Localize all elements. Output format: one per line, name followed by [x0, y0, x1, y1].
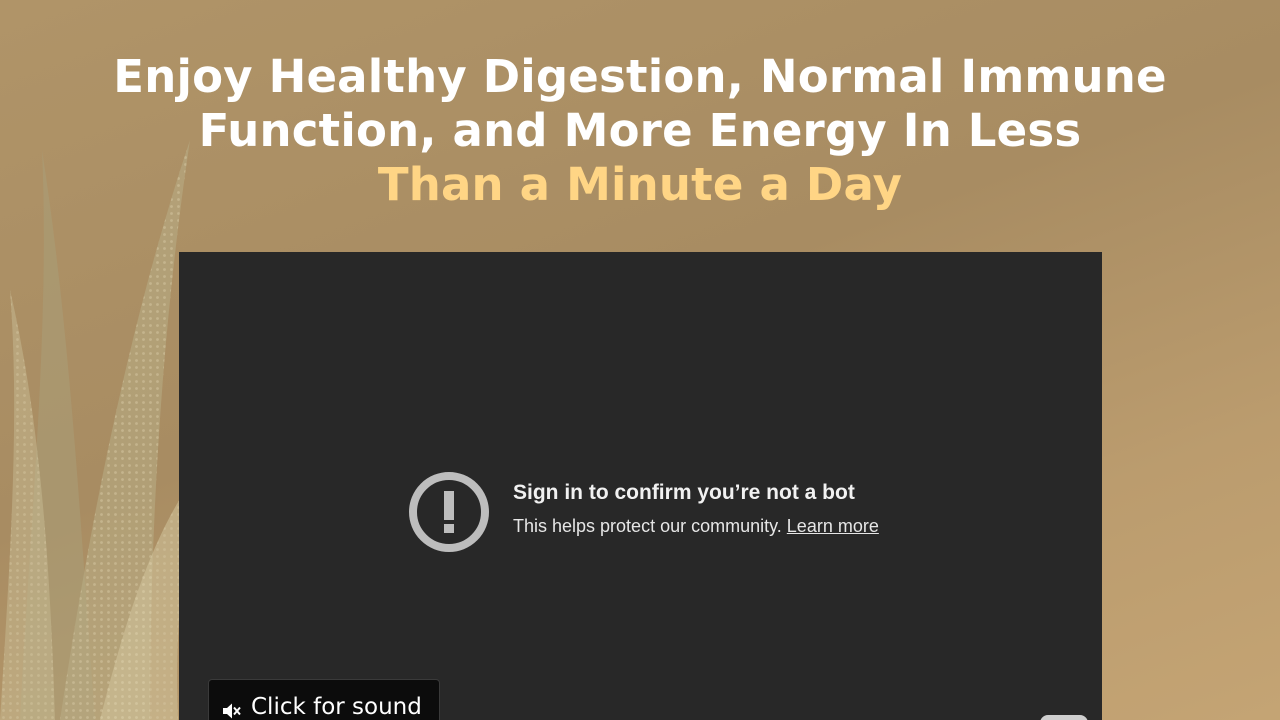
error-message-text: This helps protect our community. [513, 516, 782, 536]
error-title: Sign in to confirm you’re not a bot [513, 481, 855, 504]
sound-button-label: Click for sound [251, 694, 422, 720]
page-headline: Enjoy Healthy Digestion, Normal Immune F… [0, 50, 1280, 212]
player-control-handle[interactable] [1040, 715, 1088, 720]
learn-more-link[interactable]: Learn more [787, 516, 879, 536]
headline-line-1: Enjoy Healthy Digestion, Normal Immune [113, 50, 1167, 103]
muted-speaker-icon [223, 703, 241, 719]
headline-line-2: Function, and More Energy In Less [198, 104, 1082, 157]
error-subtitle: This helps protect our community. Learn … [513, 516, 879, 537]
alert-circle-icon [409, 472, 489, 552]
click-for-sound-button[interactable]: Click for sound [208, 679, 440, 720]
video-player[interactable]: Sign in to confirm you’re not a bot This… [179, 252, 1102, 720]
video-error-message: Sign in to confirm you’re not a bot This… [408, 471, 908, 555]
headline-accent-line: Than a Minute a Day [377, 158, 903, 211]
